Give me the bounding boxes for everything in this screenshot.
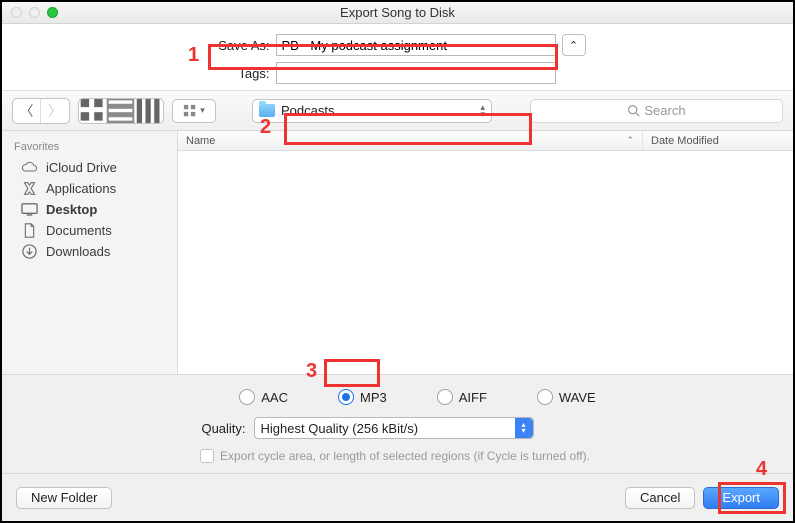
cloud-icon — [20, 160, 38, 175]
dialog-footer: New Folder Cancel Export — [2, 473, 793, 521]
save-form: Save As: ⌃ Tags: — [2, 24, 793, 91]
sidebar-item-downloads[interactable]: Downloads — [2, 241, 177, 262]
new-folder-button[interactable]: New Folder — [16, 487, 112, 509]
save-as-input[interactable] — [276, 34, 556, 56]
group-by-dropdown[interactable]: ▾ — [172, 99, 216, 123]
quality-dropdown[interactable]: Highest Quality (256 kBit/s) ▴▾ — [254, 417, 534, 439]
browser-toolbar: 〈 〉 ▾ Podcasts ▴▾ Search — [2, 91, 793, 131]
export-dialog: Export Song to Disk Save As: ⌃ Tags: 〈 〉 — [0, 0, 795, 523]
radio-icon — [239, 389, 255, 405]
sidebar-header: Favorites — [2, 137, 177, 157]
expand-button[interactable]: ⌃ — [562, 34, 586, 56]
tags-input[interactable] — [276, 62, 556, 84]
column-date[interactable]: Date Modified — [643, 131, 793, 150]
radio-icon — [537, 389, 553, 405]
sidebar-item-applications[interactable]: Applications — [2, 178, 177, 199]
save-as-label: Save As: — [210, 38, 270, 53]
chevron-up-icon: ⌃ — [569, 39, 578, 52]
search-icon — [627, 104, 640, 117]
cancel-button[interactable]: Cancel — [625, 487, 695, 509]
applications-icon — [20, 181, 38, 196]
search-placeholder: Search — [644, 103, 685, 118]
quality-label: Quality: — [201, 421, 245, 436]
file-browser: Favorites iCloud Drive Applications Desk… — [2, 131, 793, 374]
sort-indicator-icon: ⌃ — [626, 135, 634, 146]
desktop-icon — [20, 202, 38, 217]
export-button[interactable]: Export — [703, 487, 779, 509]
downloads-icon — [20, 244, 38, 259]
sidebar-item-label: Desktop — [46, 202, 97, 217]
documents-icon — [20, 223, 38, 238]
radio-mp3[interactable]: MP3 — [338, 389, 387, 405]
sidebar-item-label: Documents — [46, 223, 112, 238]
folder-icon — [259, 104, 275, 117]
sidebar-item-label: Applications — [46, 181, 116, 196]
chevron-down-icon: ▾ — [200, 105, 205, 116]
column-name[interactable]: Name ⌃ — [178, 131, 643, 150]
updown-icon: ▴▾ — [480, 104, 485, 118]
radio-aiff[interactable]: AIFF — [437, 389, 487, 405]
sidebar-item-icloud[interactable]: iCloud Drive — [2, 157, 177, 178]
search-field[interactable]: Search — [530, 99, 783, 123]
location-label: Podcasts — [281, 103, 334, 118]
location-dropdown[interactable]: Podcasts ▴▾ — [252, 99, 492, 123]
format-radios: AAC MP3 AIFF WAVE — [60, 389, 775, 405]
titlebar: Export Song to Disk — [2, 2, 793, 24]
updown-icon: ▴▾ — [515, 418, 533, 438]
cycle-checkbox[interactable] — [200, 449, 214, 463]
export-options: AAC MP3 AIFF WAVE Quality: Highest Quali… — [2, 374, 793, 473]
file-list-body[interactable] — [178, 151, 793, 374]
tags-label: Tags: — [210, 66, 270, 81]
forward-button[interactable]: 〉 — [41, 99, 69, 123]
view-list-button[interactable] — [107, 99, 135, 123]
nav-back-forward: 〈 〉 — [12, 98, 70, 124]
view-mode-segment — [78, 98, 164, 124]
cycle-label: Export cycle area, or length of selected… — [220, 449, 590, 463]
window-title: Export Song to Disk — [2, 5, 793, 20]
sidebar-item-label: Downloads — [46, 244, 110, 259]
radio-icon — [437, 389, 453, 405]
back-button[interactable]: 〈 — [13, 99, 41, 123]
sidebar-item-desktop[interactable]: Desktop — [2, 199, 177, 220]
view-icons-button[interactable] — [79, 99, 107, 123]
radio-aac[interactable]: AAC — [239, 389, 288, 405]
quality-value: Highest Quality (256 kBit/s) — [261, 421, 419, 436]
radio-icon — [338, 389, 354, 405]
file-listing: Name ⌃ Date Modified — [178, 131, 793, 374]
radio-wave[interactable]: WAVE — [537, 389, 596, 405]
column-headers: Name ⌃ Date Modified — [178, 131, 793, 151]
sidebar-item-label: iCloud Drive — [46, 160, 117, 175]
sidebar-item-documents[interactable]: Documents — [2, 220, 177, 241]
sidebar: Favorites iCloud Drive Applications Desk… — [2, 131, 178, 374]
view-columns-button[interactable] — [135, 99, 163, 123]
